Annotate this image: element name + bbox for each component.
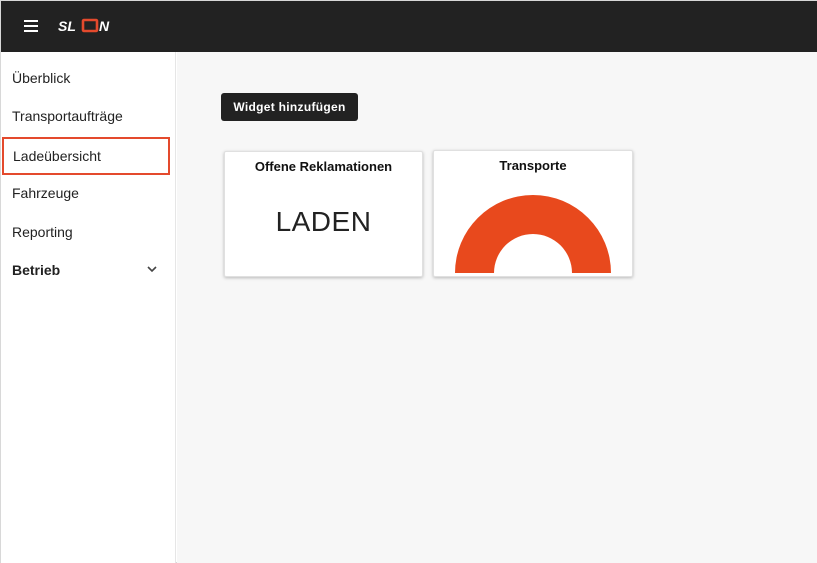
widget-title: Transporte [499,158,567,173]
hamburger-icon[interactable] [22,19,40,33]
sidebar-item-transportauftraege[interactable]: Transportaufträge [1,97,176,135]
sidebar-item-label: Reporting [12,224,73,240]
sidebar-item-label: Fahrzeuge [12,185,79,201]
sidebar-item-fahrzeuge[interactable]: Fahrzeuge [1,174,176,212]
widget-transporte[interactable]: Transporte [433,150,633,277]
sidebar-item-label: Ladeübersicht [13,148,101,164]
sidebar-item-reporting[interactable]: Reporting [1,213,176,251]
sidebar-item-label: Überblick [12,70,71,86]
widget-offene-reklamationen[interactable]: Offene Reklamationen LADEN [224,151,423,277]
chevron-down-icon[interactable] [147,266,157,273]
sidebar-item-label: Betrieb [12,262,61,278]
sidebar: Überblick Transportaufträge Ladeübersich… [1,52,176,563]
transporte-gauge [455,195,611,273]
top-bar: SL N [1,1,817,52]
svg-text:N: N [99,18,110,34]
dashboard-main: Widget hinzufügen Offene Reklamationen L… [177,52,817,563]
app-window: SL N Überblick Transportaufträge Ladeübe… [0,0,817,563]
svg-text:SL: SL [58,18,76,34]
sidebar-item-betrieb[interactable]: Betrieb [1,251,176,289]
add-widget-button[interactable]: Widget hinzufügen [221,93,358,121]
gauge-arc [455,195,611,273]
slon-logo[interactable]: SL N [58,18,118,34]
loading-text: LADEN [275,206,372,237]
sidebar-item-label: Transportaufträge [12,108,123,124]
sidebar-item-ladeuebersicht[interactable]: Ladeübersicht [2,137,170,175]
sidebar-item-ueberblick[interactable]: Überblick [1,59,176,97]
widget-title: Offene Reklamationen [254,159,393,174]
